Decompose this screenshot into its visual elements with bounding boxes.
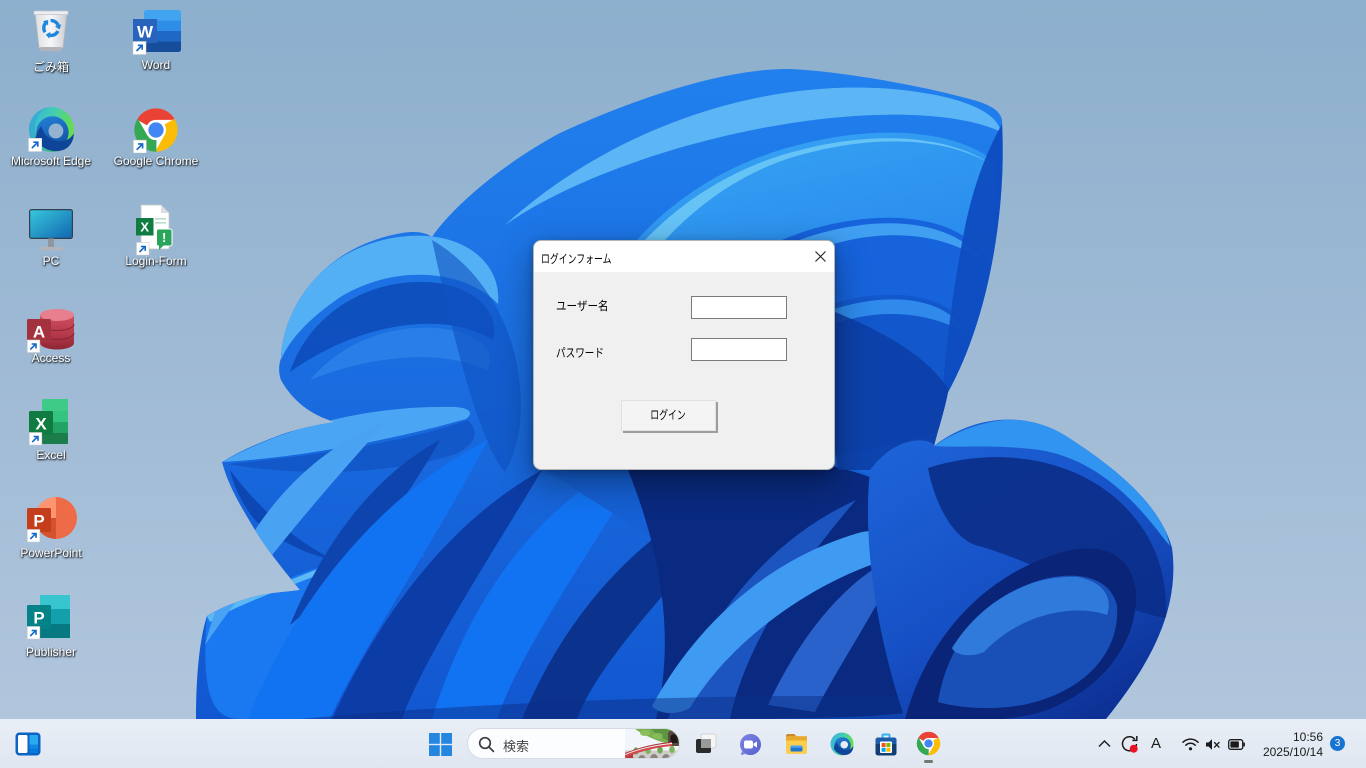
svg-text:X: X: [140, 220, 149, 235]
svg-text:A: A: [33, 323, 45, 342]
svg-text:!: !: [162, 230, 166, 245]
svg-text:X: X: [35, 415, 47, 434]
svg-text:W: W: [137, 23, 154, 42]
svg-text:P: P: [33, 609, 44, 628]
svg-text:P: P: [33, 512, 44, 531]
